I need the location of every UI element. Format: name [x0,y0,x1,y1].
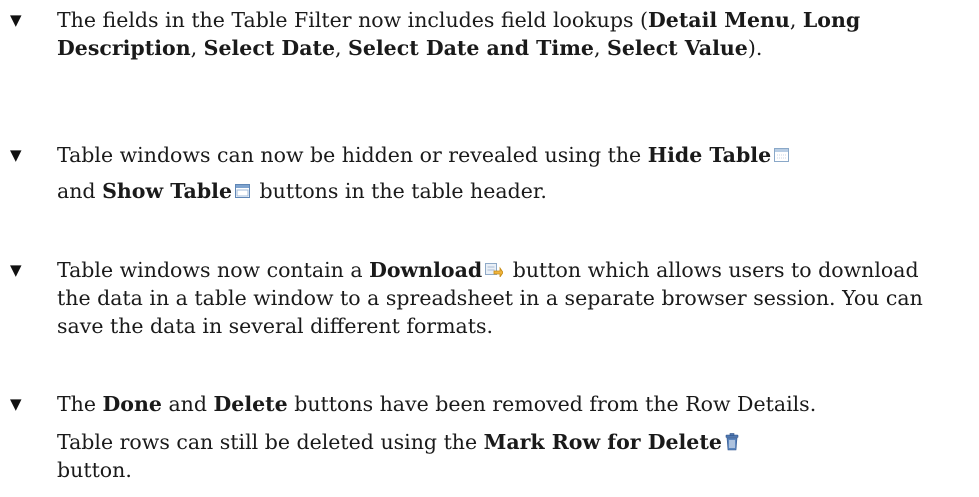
text-run: Table windows now contain a [57,258,370,282]
bold-term: Detail Menu [648,8,790,32]
text-run: button. [57,458,132,482]
show-table-icon [235,183,250,198]
bold-term: Select Date and Time [348,36,594,60]
text-run: , [593,36,608,60]
bold-term: Hide Table [647,143,772,167]
trash-icon [725,432,739,451]
list-item-text: The fields in the Table Filter now inclu… [57,6,957,62]
paragraph: Table rows can still be deleted using th… [57,428,957,484]
bullet-marker: ▼ [10,395,22,413]
text-run: and [161,392,214,416]
text-run: The fields in the Table Filter now inclu… [57,8,648,32]
bullet-marker: ▼ [10,11,22,29]
paragraph: Table windows can now be hidden or revea… [57,137,957,209]
hide-table-icon [774,147,790,162]
text-run: buttons in the table header. [253,179,547,203]
text-run: , [789,8,803,32]
bold-term: Download [369,258,483,282]
text-run: Table rows can still be deleted using th… [57,430,484,454]
list-item-text: The Done and Delete buttons have been re… [57,390,957,484]
text-run: , [335,36,349,60]
bold-term: Select Value [607,36,748,60]
text-run: buttons have been removed from the Row D… [287,392,817,416]
bold-term: Select Date [203,36,335,60]
text-run: Table windows can now be hidden or revea… [57,143,648,167]
paragraph: Table windows now contain a Download but… [57,256,957,340]
bold-term: Delete [213,392,288,416]
text-run: ). [747,36,763,60]
text-run: , [190,36,204,60]
release-notes-list: ▼ The fields in the Table Filter now inc… [0,0,979,497]
bullet-marker: ▼ [10,146,22,164]
list-item-text: Table windows now contain a Download but… [57,256,957,340]
bold-term: Show Table [102,179,232,203]
paragraph: The Done and Delete buttons have been re… [57,390,957,418]
download-icon [485,262,504,277]
text-run: and [57,179,103,203]
bold-term: Mark Row for Delete [483,430,722,454]
paragraph: The fields in the Table Filter now inclu… [57,6,957,62]
text-run: The [57,392,103,416]
list-item-text: Table windows can now be hidden or revea… [57,141,957,209]
bold-term: Done [102,392,162,416]
bullet-marker: ▼ [10,261,22,279]
